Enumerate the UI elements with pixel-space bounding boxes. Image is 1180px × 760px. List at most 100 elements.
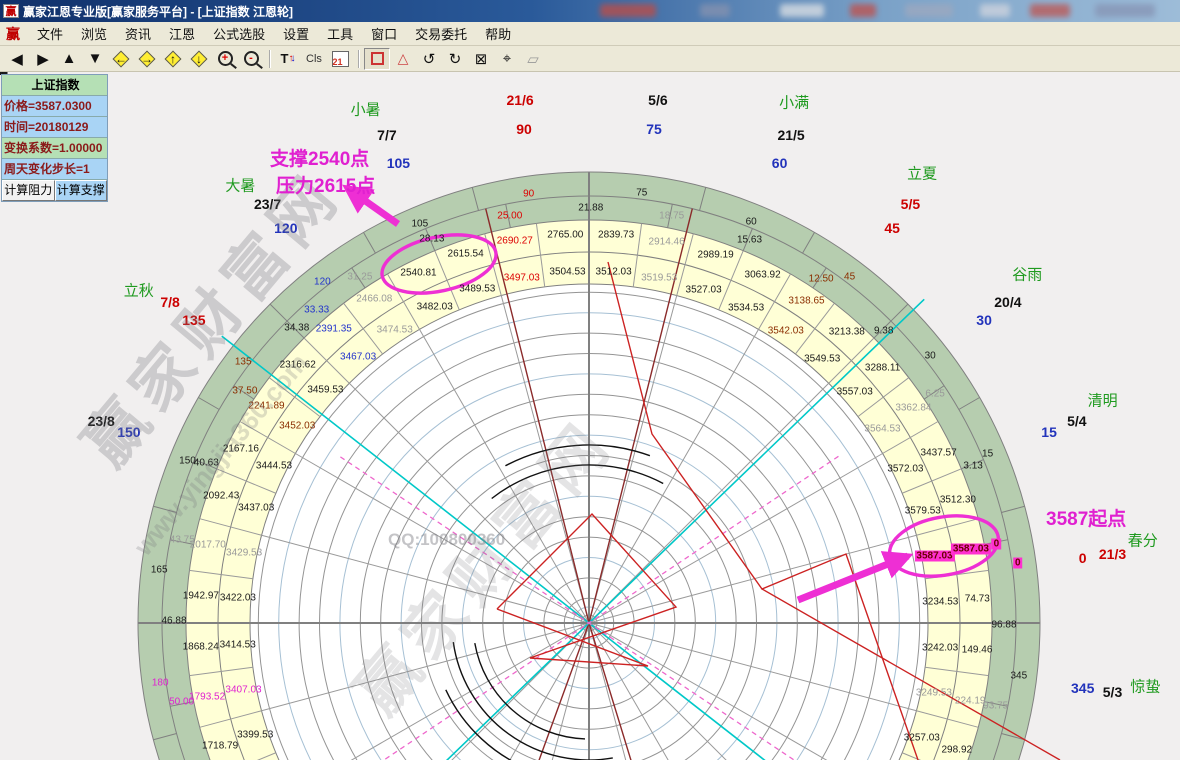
menu-item-4[interactable]: 公式选股	[204, 22, 274, 45]
price-inner-label: 3504.53	[549, 266, 585, 277]
pan-down-icon[interactable]: ↓	[186, 48, 212, 70]
titlebar-blur-blob	[1095, 4, 1155, 17]
fraction-label: 9.38	[874, 325, 893, 336]
annotation-pressure: 压力2615点	[276, 171, 375, 198]
stock-info-panel: 上证指数 价格=3587.0300时间=20180129变换系数=1.00000…	[1, 74, 108, 202]
price-outer-label: 3437.57	[921, 447, 957, 458]
price-outer-label: 2690.27	[497, 236, 533, 247]
price-inner-label: 3519.53	[641, 273, 677, 284]
calendar-icon[interactable]: 21	[327, 48, 353, 70]
rotate-ccw-icon[interactable]: ↺	[416, 48, 442, 70]
calc-resistance-button[interactable]: 计算阻力	[2, 180, 55, 201]
solar-term-label: 小暑	[351, 99, 381, 120]
time-axis-icon[interactable]: T↑↓	[275, 48, 301, 70]
pan-left-icon[interactable]: ←	[108, 48, 134, 70]
price-outer-label: 3512.30	[940, 494, 976, 505]
fraction-label: 21.88	[578, 203, 603, 214]
crosshair-icon[interactable]: ⌖	[494, 48, 520, 70]
solar-term-label: 春分	[1128, 530, 1158, 551]
nav-up-icon[interactable]: ▲	[56, 48, 82, 70]
gann-wheel-chart[interactable]	[0, 72, 1180, 760]
price-inner-label: 3234.53	[922, 596, 958, 607]
price-inner-label: 3452.03	[279, 421, 315, 432]
triangle-tool-icon[interactable]: △	[390, 48, 416, 70]
nav-right-icon[interactable]: ▶	[30, 48, 56, 70]
menu-bar: 赢 文件浏览资讯江恩公式选股设置工具窗口交易委托帮助	[0, 22, 1180, 46]
degree-ring-label: 45	[844, 272, 855, 283]
price-outer-label: 2989.19	[698, 250, 734, 261]
pan-up-icon[interactable]: ↑	[160, 48, 186, 70]
price-outer-label: 3213.38	[829, 326, 865, 337]
cls-button[interactable]: Cls	[301, 48, 327, 70]
outer-degree-label: 120	[274, 220, 297, 236]
outer-degree-label: 0	[1079, 550, 1087, 566]
price-inner-label: 3459.53	[307, 384, 343, 395]
price-inner-label: 3242.03	[922, 642, 958, 653]
price-inner-label: 3512.03	[596, 266, 632, 277]
menu-item-8[interactable]: 交易委托	[406, 22, 476, 45]
outer-degree-label: 90	[516, 121, 532, 137]
titlebar-blur-blob	[980, 4, 1010, 17]
toolbar-separator	[269, 50, 270, 68]
price-outer-label: 2092.43	[203, 491, 239, 502]
fraction-label: 6.25	[925, 388, 944, 399]
nav-left-icon[interactable]: ◀	[4, 48, 30, 70]
outer-degree-label: 45	[884, 220, 900, 236]
nav-down-icon[interactable]: ▼	[82, 48, 108, 70]
price-outer-label: 2466.08	[356, 293, 392, 304]
toolbar-separator	[358, 50, 359, 68]
fraction-label: 33.33	[304, 304, 329, 315]
degree-ring-label: 345	[1010, 670, 1027, 681]
solar-term-label: 立夏	[907, 162, 937, 183]
menu-item-7[interactable]: 窗口	[362, 22, 406, 45]
solar-term-date-label: 5/4	[1067, 413, 1086, 429]
zoom-in-icon[interactable]: +	[212, 48, 238, 70]
price-outer-label: 3063.92	[745, 269, 781, 280]
solar-term-date-label: 21/6	[506, 92, 533, 108]
menu-item-9[interactable]: 帮助	[476, 22, 520, 45]
price-inner-label: 3564.53	[864, 423, 900, 434]
menu-item-1[interactable]: 浏览	[72, 22, 116, 45]
menu-item-3[interactable]: 江恩	[160, 22, 204, 45]
solar-term-date-label: 5/5	[901, 196, 920, 212]
price-outer-label: 2017.70	[190, 540, 226, 551]
box-select-icon[interactable]: ⊠	[468, 48, 494, 70]
pan-right-icon[interactable]: →	[134, 48, 160, 70]
menu-item-5[interactable]: 设置	[274, 22, 318, 45]
menu-item-6[interactable]: 工具	[318, 22, 362, 45]
price-inner-label: 3429.53	[226, 547, 262, 558]
gann-wheel-view: 赢家财富网 www.yingjia360.com 赢家财富网 QQ:100800…	[0, 72, 1180, 760]
price-inner-label: 3467.03	[340, 352, 376, 363]
calc-support-button[interactable]: 计算支撑	[55, 180, 108, 201]
price-outer-label: 2839.73	[598, 229, 634, 240]
stock-name: 上证指数	[2, 75, 107, 96]
solar-term-label: 大暑	[225, 174, 255, 195]
outer-degree-label: 105	[387, 155, 410, 171]
price-outer-label: 2391.35	[316, 324, 352, 335]
outer-degree-label: 15	[1041, 424, 1057, 440]
info-row-3: 周天变化步长=1	[2, 159, 107, 180]
zoom-out-icon[interactable]: -	[238, 48, 264, 70]
outer-degree-label: 75	[646, 121, 662, 137]
window-title: 赢家江恩专业版[赢家服务平台] - [上证指数 江恩轮]	[23, 3, 293, 20]
title-bar: 赢 赢家江恩专业版[赢家服务平台] - [上证指数 江恩轮]	[0, 0, 1180, 22]
price-inner-label: 3422.03	[220, 593, 256, 604]
menu-item-2[interactable]: 资讯	[116, 22, 160, 45]
eraser-icon[interactable]: ▱	[520, 48, 546, 70]
fraction-label: 0	[992, 538, 1002, 549]
menu-item-0[interactable]: 文件	[28, 22, 72, 45]
rotate-cw-icon[interactable]: ↻	[442, 48, 468, 70]
price-inner-label: 3474.53	[377, 324, 413, 335]
solar-term-date-label: 23/7	[254, 196, 281, 212]
price-outer-label: 224.19	[955, 695, 986, 706]
outer-degree-label: 345	[1071, 680, 1094, 696]
price-inner-label: 3557.03	[837, 387, 873, 398]
price-inner-label: 3489.53	[459, 284, 495, 295]
fraction-label: 50.00	[169, 697, 194, 708]
price-outer-label: 2914.46	[649, 236, 685, 247]
price-inner-label: 3444.53	[256, 460, 292, 471]
square-tool-icon[interactable]	[364, 48, 390, 70]
price-outer-label: 3587.03	[951, 543, 991, 554]
price-outer-label: 149.46	[962, 645, 993, 656]
price-outer-label: 1942.97	[183, 590, 219, 601]
